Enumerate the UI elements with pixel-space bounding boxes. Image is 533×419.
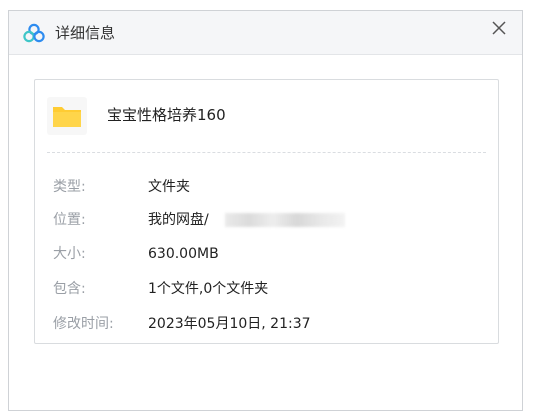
modified-label: 修改时间: [53, 316, 114, 332]
file-info-card: 宝宝性格培养160 类型: 文件夹 位置: 我的网盘/ 大小: 630.00MB… [34, 79, 499, 344]
contains-label: 包含: [53, 281, 86, 297]
location-value: 我的网盘/ [148, 212, 209, 228]
dialog-title: 详细信息 [55, 24, 116, 42]
size-value: 630.00MB [148, 246, 219, 262]
type-label: 类型: [53, 179, 86, 195]
modified-value: 2023年05月10日, 21:37 [148, 316, 311, 332]
dialog-titlebar: 详细信息 [9, 11, 522, 55]
folder-icon [53, 107, 81, 127]
redacted-path [225, 213, 345, 227]
baidu-netdisk-cloud-icon [23, 23, 45, 43]
location-label: 位置: [53, 212, 86, 228]
file-name: 宝宝性格培养160 [107, 106, 226, 124]
size-label: 大小: [53, 246, 86, 262]
divider [47, 152, 486, 153]
type-value: 文件夹 [148, 179, 190, 195]
contains-value: 1个文件,0个文件夹 [148, 281, 269, 297]
details-dialog: 详细信息 宝宝性格培养160 类型: 文件夹 位置: 我的网盘/ 大小: 630… [8, 10, 523, 411]
file-icon-container [47, 97, 87, 135]
close-icon[interactable] [488, 17, 510, 39]
